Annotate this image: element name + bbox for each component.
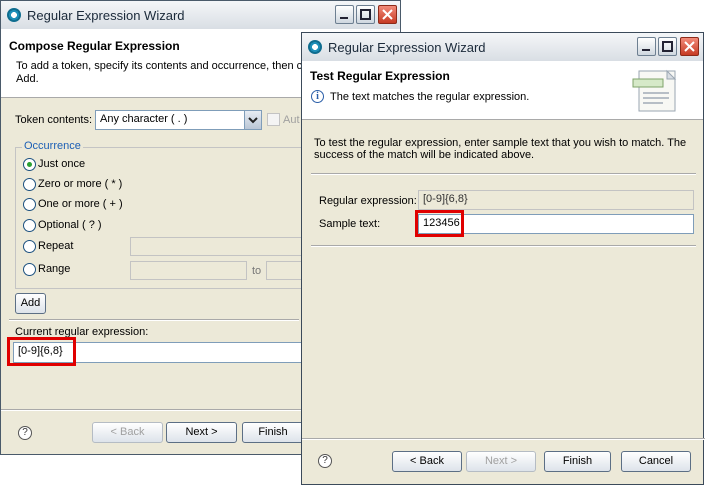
range-to-label: to — [252, 265, 262, 277]
radio-optional[interactable] — [23, 219, 36, 232]
maximize-button[interactable] — [658, 37, 677, 56]
front-back-button[interactable]: < Back — [392, 451, 462, 472]
instructions-line-2: success of the match will be indicated a… — [314, 149, 535, 161]
radio-repeat-label: Repeat — [38, 240, 74, 252]
front-header: Test Regular Expression i The text match… — [302, 61, 703, 120]
back-next-button[interactable]: Next > — [166, 422, 237, 443]
radio-range-label: Range — [38, 263, 71, 275]
back-header-title: Compose Regular Expression — [9, 39, 180, 53]
radio-zero-or-more[interactable] — [23, 178, 36, 191]
back-help-icon[interactable]: ? — [18, 426, 32, 440]
add-button[interactable]: Add — [15, 293, 46, 314]
token-contents-value: Any character ( . ) — [100, 113, 188, 125]
back-window-title: Regular Expression Wizard — [27, 8, 185, 23]
minimize-button[interactable] — [637, 37, 656, 56]
back-titlebar[interactable]: Regular Expression Wizard — [1, 1, 400, 30]
current-regex-highlight — [7, 337, 76, 366]
front-help-icon[interactable]: ? — [318, 454, 332, 468]
radio-just-once[interactable] — [23, 158, 36, 171]
regex-value: [0-9]{6,8} — [423, 193, 468, 205]
radio-one-or-more[interactable] — [23, 198, 36, 211]
range-max-field[interactable] — [266, 261, 302, 280]
front-header-title: Test Regular Expression — [310, 69, 450, 83]
close-icon — [684, 41, 695, 52]
front-window-title: Regular Expression Wizard — [328, 40, 486, 55]
front-header-message: The text matches the regular expression. — [330, 91, 530, 103]
front-finish-button[interactable]: Finish — [544, 451, 611, 472]
sample-text-label: Sample text: — [319, 218, 381, 230]
repeat-count-field[interactable] — [130, 237, 302, 256]
occurrence-title: Occurrence — [22, 140, 83, 152]
front-separator-3 — [302, 438, 705, 440]
auto-checkbox[interactable] — [267, 113, 280, 126]
maximize-icon — [360, 9, 371, 20]
token-contents-label: Token contents: — [15, 114, 93, 126]
sample-text-highlight — [415, 210, 464, 237]
close-button[interactable] — [378, 5, 397, 24]
wizard-app-icon — [308, 40, 322, 54]
radio-zero-or-more-label: Zero or more ( * ) — [38, 178, 123, 190]
maximize-button[interactable] — [356, 5, 375, 24]
token-contents-select[interactable]: Any character ( . ) — [95, 110, 262, 130]
radio-repeat[interactable] — [23, 240, 36, 253]
chevron-down-icon[interactable] — [244, 111, 261, 129]
back-finish-button[interactable]: Finish — [242, 422, 304, 443]
wizard-app-icon — [7, 8, 21, 22]
radio-optional-label: Optional ( ? ) — [38, 219, 102, 231]
wizard-banner-icon — [629, 67, 685, 115]
minimize-button[interactable] — [335, 5, 354, 24]
close-button[interactable] — [680, 37, 699, 56]
maximize-icon — [662, 41, 673, 52]
front-next-button[interactable]: Next > — [466, 451, 536, 472]
radio-range[interactable] — [23, 263, 36, 276]
regex-field: [0-9]{6,8} — [418, 190, 694, 210]
minimize-icon — [642, 49, 650, 51]
info-icon: i — [311, 90, 324, 103]
back-header-desc-1: To add a token, specify its contents and… — [16, 60, 313, 72]
close-icon — [382, 9, 393, 20]
back-separator-1 — [9, 319, 299, 321]
front-wizard-window: Regular Expression Wizard Test Regular E… — [301, 32, 705, 485]
radio-just-once-label: Just once — [38, 158, 86, 170]
front-separator-2 — [311, 245, 696, 247]
back-header-desc-2: Add. — [16, 73, 39, 85]
front-separator-1 — [311, 173, 696, 175]
regex-label: Regular expression: — [319, 195, 417, 207]
front-titlebar[interactable]: Regular Expression Wizard — [302, 33, 703, 62]
back-back-button[interactable]: < Back — [92, 422, 163, 443]
front-cancel-button[interactable]: Cancel — [621, 451, 691, 472]
back-separator-2 — [1, 409, 301, 411]
minimize-icon — [340, 17, 348, 19]
auto-checkbox-label: Aut — [283, 114, 300, 126]
radio-one-or-more-label: One or more ( + ) — [38, 198, 123, 210]
range-min-field[interactable] — [130, 261, 247, 280]
